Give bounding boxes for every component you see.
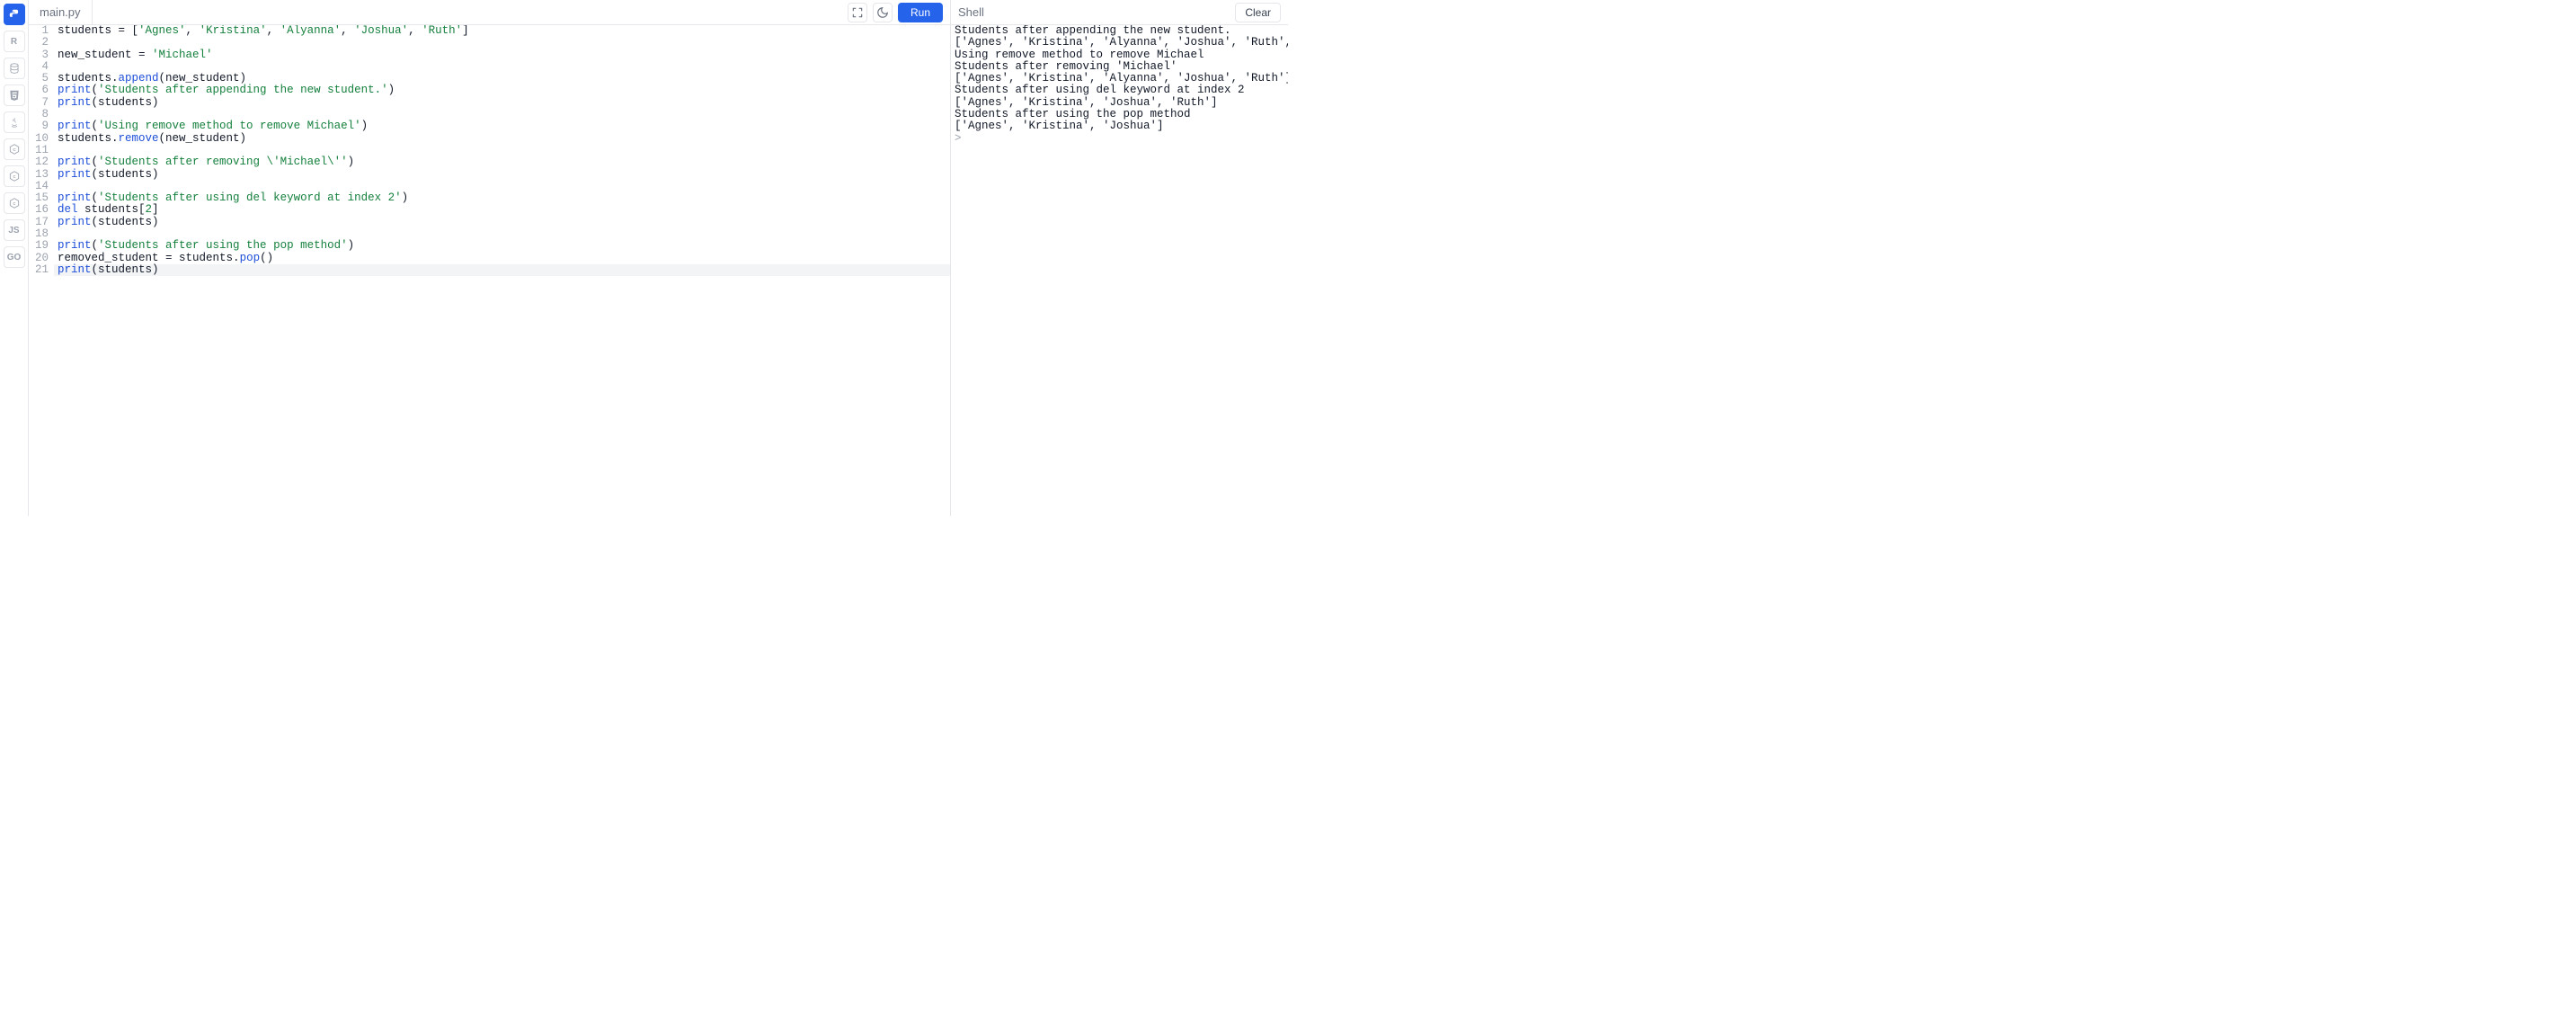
lang-r-icon[interactable]: R [4,31,25,52]
code-line[interactable]: print('Students after removing \'Michael… [54,156,950,168]
code-line[interactable]: print(students) [54,264,950,276]
shell-label: Shell [958,5,1235,19]
code-editor[interactable]: 123456789101112131415161718192021 studen… [29,25,951,516]
editor-toolbar: main.py Run [29,0,951,24]
output-line: ['Agnes', 'Kristina', 'Alyanna', 'Joshua… [955,37,1284,49]
code-line[interactable]: print(students) [54,217,950,228]
output-line: Students after removing 'Michael' [955,61,1284,73]
code-line[interactable]: new_student = 'Michael' [54,49,950,61]
code-line[interactable]: del students[2] [54,204,950,216]
svg-text:C: C [13,174,15,179]
file-tab[interactable]: main.py [29,0,93,24]
output-line: ['Agnes', 'Kristina', 'Alyanna', 'Joshua… [955,73,1284,85]
main-area: main.py Run Shell Clear 1234567891011121… [29,0,1288,516]
code-line[interactable]: print(students) [54,97,950,109]
code-line[interactable] [54,228,950,240]
lang-c-icon[interactable]: C [4,138,25,160]
code-line[interactable] [54,145,950,156]
lang-python-icon[interactable] [4,4,25,25]
top-bar: main.py Run Shell Clear [29,0,1288,25]
code-line[interactable] [54,181,950,192]
output-line: Using remove method to remove Michael [955,49,1284,61]
line-gutter: 123456789101112131415161718192021 [29,25,54,516]
code-line[interactable] [54,37,950,49]
theme-toggle-icon[interactable] [873,3,893,22]
lang-java-icon[interactable] [4,111,25,133]
clear-button[interactable]: Clear [1235,3,1281,22]
code-line[interactable]: print('Students after using the pop meth… [54,240,950,252]
code-line[interactable]: students.append(new_student) [54,73,950,85]
shell-output[interactable]: Students after appending the new student… [951,25,1288,516]
content-area: 123456789101112131415161718192021 studen… [29,25,1288,516]
lang-csharp-icon[interactable]: C [4,192,25,214]
shell-toolbar: Shell Clear [951,0,1288,24]
output-line: Students after using del keyword at inde… [955,85,1284,96]
code-line[interactable]: print(students) [54,169,950,181]
svg-text:C: C [13,201,15,206]
code-line[interactable]: print('Students after using del keyword … [54,192,950,204]
shell-prompt[interactable]: > [955,133,1284,145]
code-body[interactable]: students = ['Agnes', 'Kristina', 'Alyann… [54,25,950,516]
language-sidebar: R C C C JS GO [0,0,29,516]
code-line[interactable] [54,109,950,120]
code-line[interactable]: removed_student = students.pop() [54,253,950,264]
lang-db-icon[interactable] [4,58,25,79]
code-line[interactable]: print('Students after appending the new … [54,85,950,96]
svg-text:C: C [13,147,16,152]
lang-js-icon[interactable]: JS [4,219,25,241]
code-line[interactable] [54,61,950,73]
lang-html-icon[interactable] [4,85,25,106]
code-line[interactable]: print('Using remove method to remove Mic… [54,120,950,132]
lang-go-icon[interactable]: GO [4,246,25,268]
lang-cpp-icon[interactable]: C [4,165,25,187]
output-line: Students after using the pop method [955,109,1284,120]
output-line: ['Agnes', 'Kristina', 'Joshua'] [955,120,1284,132]
output-line: Students after appending the new student… [955,25,1284,37]
code-line[interactable]: students.remove(new_student) [54,133,950,145]
run-button[interactable]: Run [898,3,943,22]
code-line[interactable]: students = ['Agnes', 'Kristina', 'Alyann… [54,25,950,37]
fullscreen-icon[interactable] [848,3,867,22]
output-line: ['Agnes', 'Kristina', 'Joshua', 'Ruth'] [955,97,1284,109]
